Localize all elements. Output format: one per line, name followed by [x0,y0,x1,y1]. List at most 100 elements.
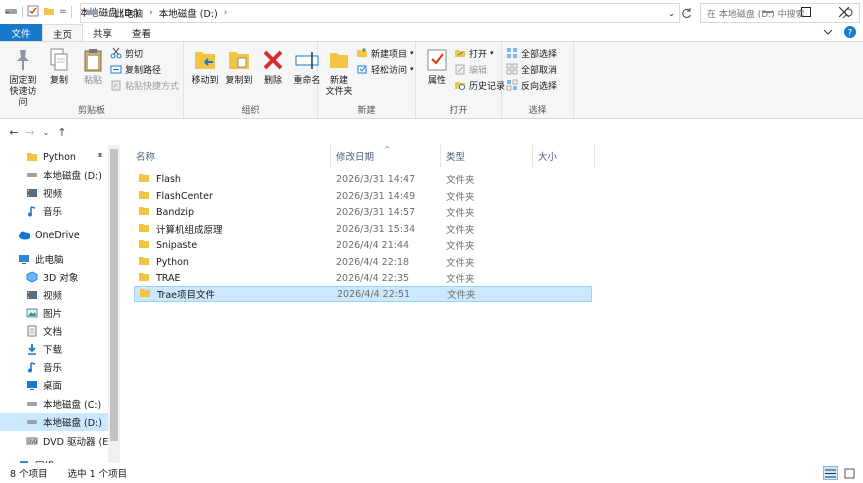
drive-icon [26,169,38,181]
sidebar-item-videos-quick[interactable]: 视频 [0,184,108,202]
open-group-label: 打开 [449,106,468,116]
new-item-button[interactable]: 新建项目 ▾ [356,46,414,60]
sidebar-item-pictures[interactable]: 图片 [0,304,108,322]
sidebar-item-drive-d[interactable]: 本地磁盘 (D:) [0,413,108,431]
selection-count: 选中 1 个项目 [67,469,128,480]
sidebar-item-this-pc[interactable]: 此电脑 [0,250,108,268]
file-name: TRAE [156,272,181,284]
properties-quick-icon[interactable] [27,5,39,20]
breadcrumb-drive-d[interactable]: 本地磁盘 (D:) [159,6,218,20]
table-row[interactable]: Bandzip 2026/3/31 14:57 文件夹 [134,204,592,220]
sidebar-item-music-quick[interactable]: 音乐 [0,202,108,220]
sidebar-item-onedrive[interactable]: OneDrive [0,226,108,244]
file-name: FlashCenter [156,190,213,202]
file-date: 2026/3/31 14:49 [336,190,416,202]
details-view-icon[interactable] [823,466,838,480]
search-input[interactable]: 在 本地磁盘 (D:) 中搜索 [700,3,860,23]
recent-locations-icon[interactable]: ⌄ [38,128,54,137]
sidebar-item-downloads[interactable]: 下载 [0,340,108,358]
file-name: Bandzip [156,206,195,218]
file-type: 文件夹 [446,241,475,252]
desktop-icon [26,379,38,391]
table-row[interactable]: FlashCenter 2026/3/31 14:49 文件夹 [134,188,592,204]
paste-shortcut-button[interactable]: 粘贴快捷方式 [110,78,179,92]
forward-arrow-icon[interactable]: → [22,126,38,139]
back-arrow-icon[interactable]: ← [6,126,22,139]
edit-button[interactable]: 编辑 [454,62,505,76]
file-date: 2026/3/31 15:34 [336,223,416,235]
table-row[interactable]: Python 2026/4/4 22:18 文件夹 [134,254,592,270]
paste-label: 粘贴 [83,76,102,86]
invert-selection-button[interactable]: 反向选择 [506,78,557,92]
history-button[interactable]: 历史记录 [454,78,505,92]
folder-icon [138,189,150,203]
sort-ascending-icon: ^ [384,145,391,154]
status-bar: 8 个项目 选中 1 个项目 [0,463,863,483]
document-icon [26,325,38,337]
address-bar[interactable]: › 此电脑 › 本地磁盘 (D:) › ⌄ [80,3,680,23]
tab-view[interactable]: 查看 [122,24,161,42]
table-row[interactable]: Flash 2026/3/31 14:47 文件夹 [134,171,592,187]
clipboard-group: 固定到 快速访问 复制 粘贴 剪切 复制路径 粘贴快捷方式 剪贴板 [0,42,184,118]
cut-label: 剪切 [124,49,143,60]
sidebar-item-3d-objects[interactable]: 3D 对象 [0,268,108,286]
quick-access-dropdown-icon[interactable]: = [59,7,67,17]
select-none-button[interactable]: 全部取消 [506,62,557,76]
tab-home[interactable]: 主页 [42,24,84,42]
collapse-ribbon-icon[interactable] [823,28,833,39]
new-folder-quick-icon[interactable] [43,5,55,20]
copy-path-button[interactable]: 复制路径 [110,62,179,76]
file-name: Flash [156,173,181,185]
sidebar-scrollbar[interactable] [108,145,120,463]
navigation-bar: ← → ⌄ ↑ [0,119,863,145]
organize-group: 移动到 复制到 删除 重命名 组织 [184,42,321,118]
svg-text:DVD: DVD [28,439,37,444]
music-icon [26,205,38,217]
new-folder-label: 新建 文件夹 [325,76,353,97]
sidebar-item-desktop[interactable]: 桌面 [0,376,108,394]
table-row[interactable]: Snipaste 2026/4/4 21:44 文件夹 [134,237,592,253]
breadcrumb-chevron-icon[interactable]: › [224,8,228,18]
cut-button[interactable]: 剪切 [110,46,179,60]
up-arrow-icon[interactable]: ↑ [54,126,70,139]
new-group: 新建 文件夹 新建项目 ▾ 轻松访问 ▾ 新建 [318,42,416,118]
sidebar-item-label: DVD 驱动器 (E:) [43,437,116,448]
folder-icon [26,151,38,163]
sidebar-scrollbar-thumb[interactable] [110,149,118,441]
sidebar-item-python[interactable]: Python [0,148,108,166]
column-header-type[interactable]: 类型 [446,145,465,167]
tab-file[interactable]: 文件 [0,24,42,42]
breadcrumb-chevron-icon[interactable]: › [149,8,153,18]
sidebar-item-drive-c[interactable]: 本地磁盘 (C:) [0,395,108,413]
sidebar-item-label: 桌面 [43,381,63,392]
sidebar-item-network[interactable]: 网络 [0,456,108,463]
rename-label: 重命名 [293,76,321,86]
help-icon[interactable]: ? [843,25,857,42]
copy-to-label: 复制到 [225,76,253,86]
table-row[interactable]: 计算机组成原理 2026/3/31 15:34 文件夹 [134,221,592,237]
move-to-label: 移动到 [191,76,219,86]
sidebar-item-dvd-e[interactable]: DVD DVD 驱动器 (E:) [0,432,115,450]
address-dropdown-icon[interactable]: ⌄ [668,9,675,18]
table-row-selected[interactable]: Trae项目文件 2026/4/4 22:51 文件夹 [134,286,592,302]
sidebar-item-documents[interactable]: 文档 [0,322,108,340]
select-all-button[interactable]: 全部选择 [506,46,557,60]
sidebar-item-label: 音乐 [43,363,63,374]
sidebar-item-videos[interactable]: 视频 [0,286,108,304]
file-type: 文件夹 [446,175,475,186]
sidebar-item-drive-d-quick[interactable]: 本地磁盘 (D:) [0,166,108,184]
column-header-date[interactable]: 修改日期 [336,145,374,167]
table-row[interactable]: TRAE 2026/4/4 22:35 文件夹 [134,270,592,286]
tab-share[interactable]: 共享 [83,24,122,42]
column-header-size[interactable]: 大小 [538,145,557,167]
large-icons-view-icon[interactable] [842,466,857,480]
column-header-name[interactable]: 名称 [136,145,155,167]
open-button[interactable]: 打开 ▾ [454,46,505,60]
sidebar-item-music[interactable]: 音乐 [0,358,108,376]
easy-access-button[interactable]: 轻松访问 ▾ [356,62,414,76]
new-folder-icon [325,46,353,74]
properties-icon [423,46,451,74]
breadcrumb-this-pc[interactable]: 此电脑 [115,6,144,20]
refresh-icon[interactable] [680,3,694,23]
breadcrumb-chevron-icon[interactable]: › [105,8,109,18]
